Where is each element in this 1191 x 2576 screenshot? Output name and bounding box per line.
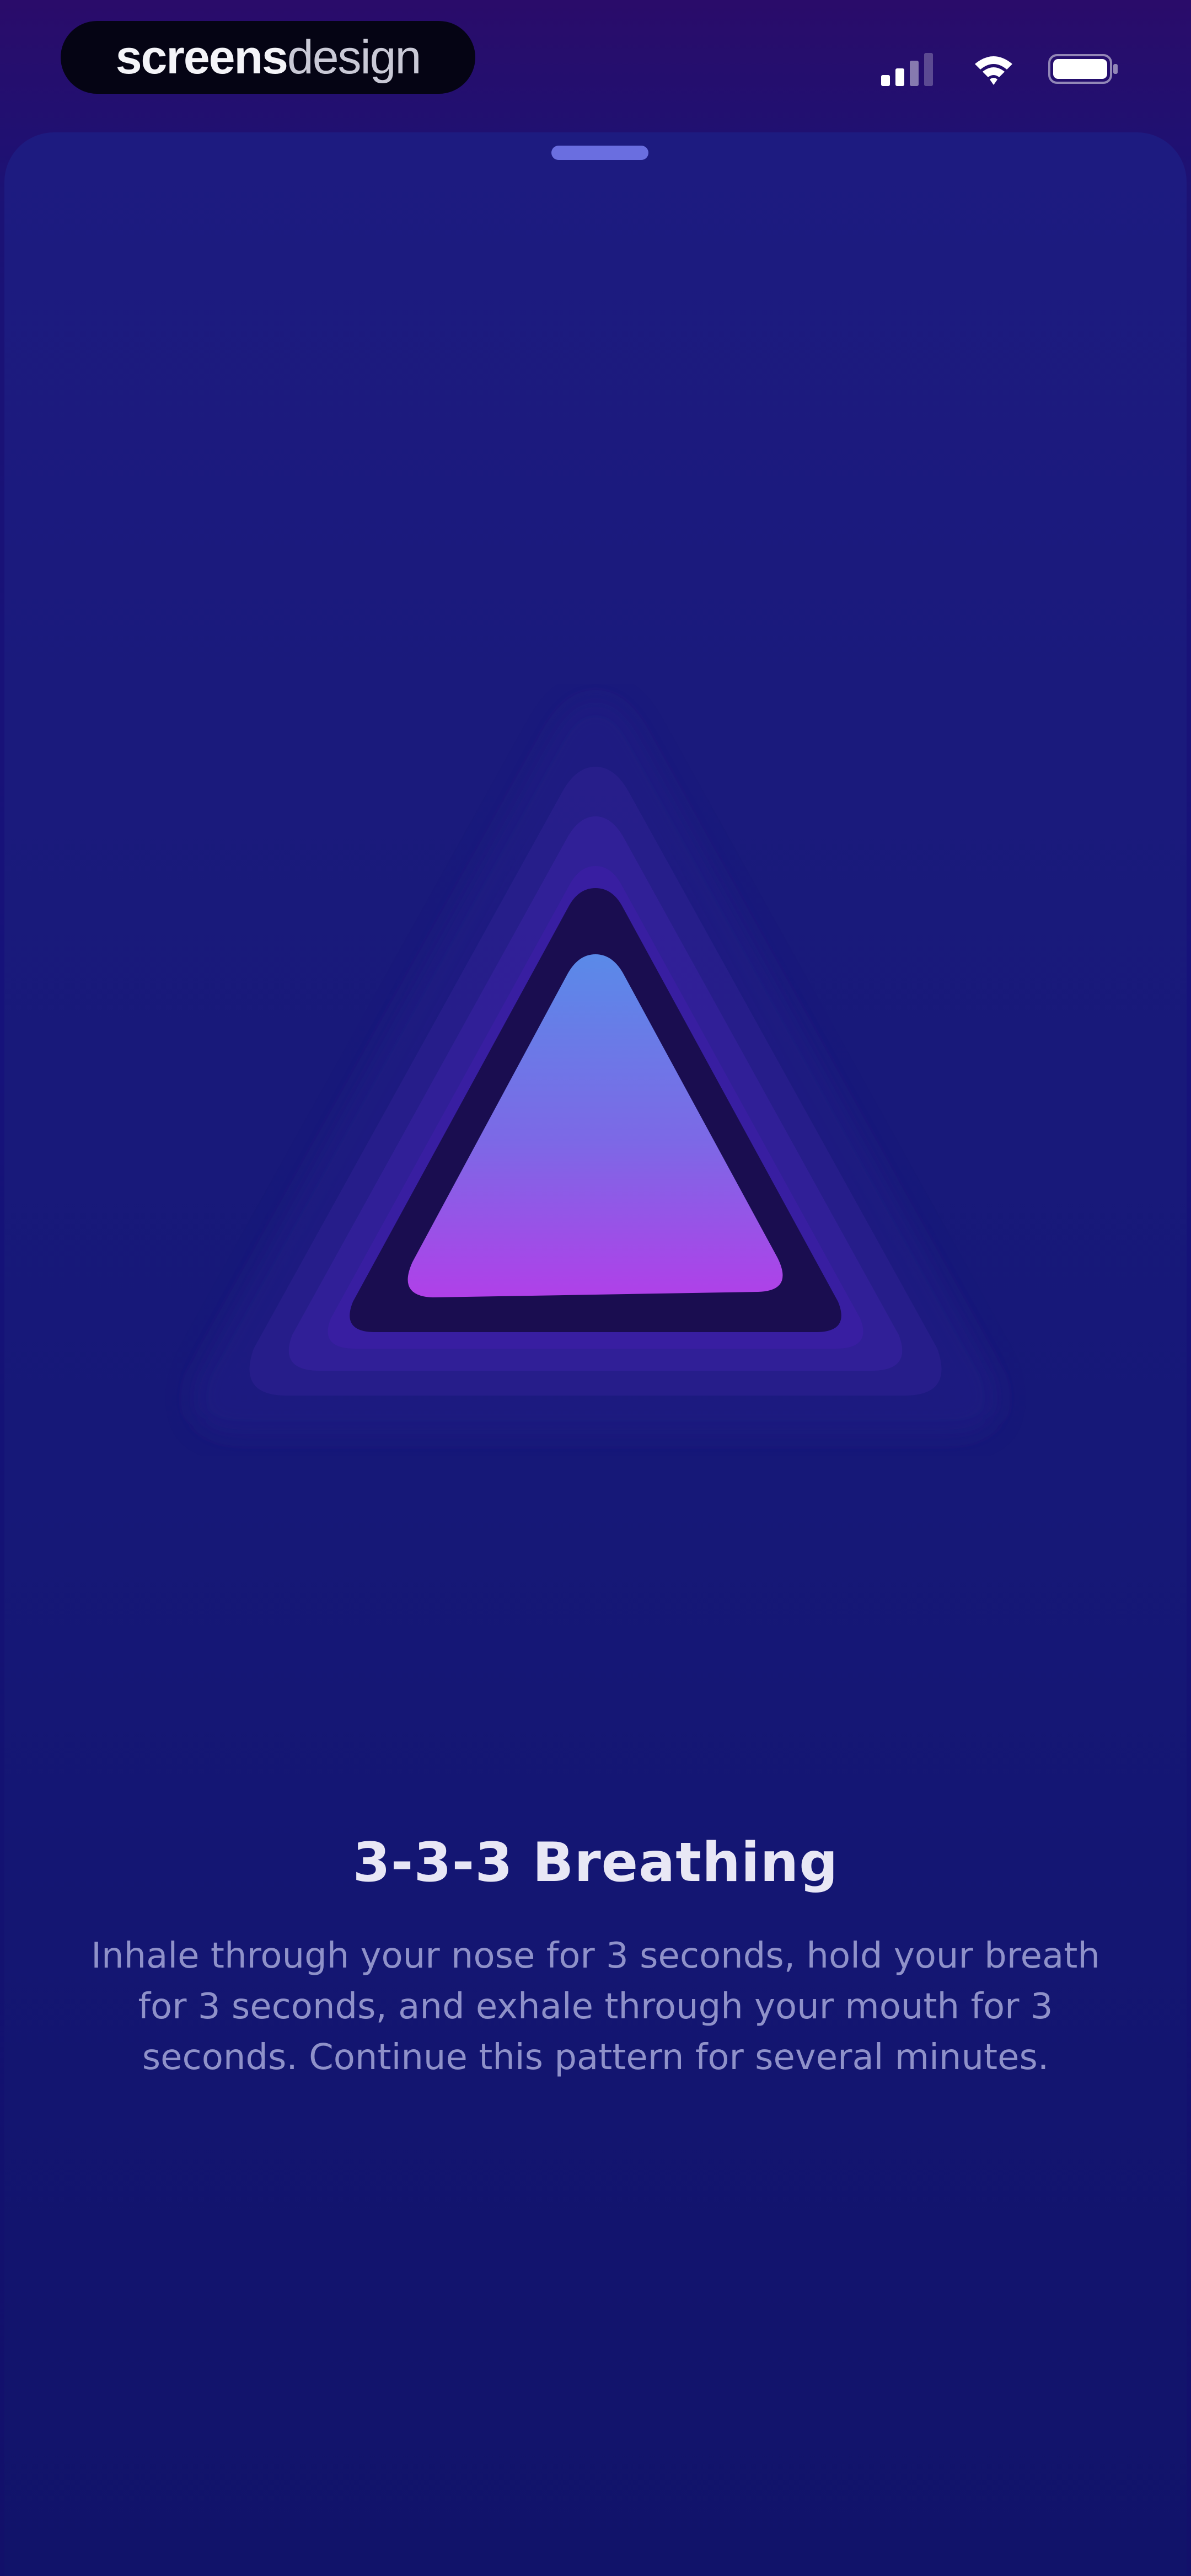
breathing-triangle-icon — [193, 701, 998, 1434]
exercise-description: Inhale through your nose for 3 seconds, … — [91, 1936, 1100, 2078]
brand-wordmark: screensdesign — [115, 30, 422, 85]
brand-wordmark-bold: screens — [115, 30, 288, 84]
brand-wordmark-light: design — [287, 30, 421, 84]
signal-icon — [881, 53, 933, 86]
exercise-title: 3-3-3 Breathing — [352, 1831, 839, 1894]
battery-icon — [1048, 54, 1118, 84]
status-icons — [879, 50, 1119, 88]
status-bar: screensdesign — [0, 0, 1191, 121]
wifi-icon — [975, 56, 1012, 85]
sheet-grabber-handle[interactable] — [551, 146, 648, 160]
brand-logo: screensdesign — [61, 21, 475, 94]
breathing-screen: screensdesign 3-3-3 Breathing Inhale thr… — [0, 0, 1191, 2576]
